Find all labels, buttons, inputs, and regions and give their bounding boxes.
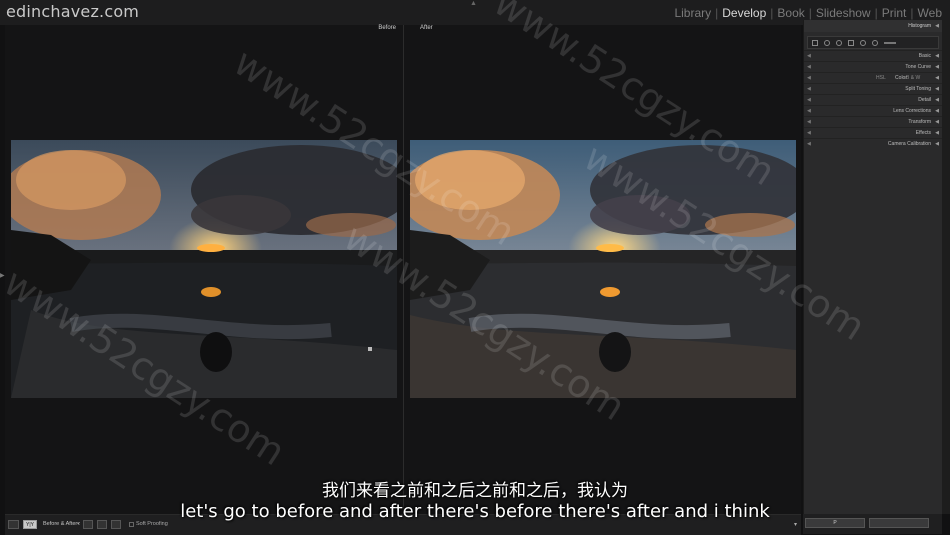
tool-strip [807, 36, 939, 49]
spot-removal-icon[interactable] [824, 39, 830, 46]
soft-proofing-checkbox[interactable] [129, 522, 134, 527]
histogram-label: Histogram [908, 23, 931, 29]
expand-icon: ◀ [935, 86, 939, 92]
subtitle-chinese: 我们来看之前和之后之前和之后，我认为 [322, 481, 628, 501]
seascape-image-after [410, 140, 796, 398]
before-after-view: Before After [5, 25, 801, 514]
radial-filter-icon[interactable] [860, 39, 866, 46]
module-picker: Library | Develop | Book | Slideshow | Print… [672, 6, 944, 20]
crop-tool-icon[interactable] [812, 39, 818, 46]
right-panel: Histogram ◀ ◀ Basic ◀ ◀ Tone Curve ◀ ◀ HSL C… [803, 20, 943, 514]
after-photo [410, 140, 796, 398]
module-web[interactable]: Web [916, 6, 944, 20]
red-eye-icon[interactable] [836, 39, 842, 46]
expand-icon: ◀ [935, 75, 939, 81]
module-slideshow[interactable]: Slideshow [814, 6, 873, 20]
adjustment-brush-icon[interactable] [872, 39, 878, 46]
module-develop[interactable]: Develop [720, 6, 768, 20]
before-photo [11, 140, 397, 398]
expand-icon: ◀ [935, 108, 939, 114]
expand-icon: ◀ [935, 53, 939, 59]
right-panel-scrollbar[interactable] [942, 20, 950, 514]
mouse-cursor [368, 347, 372, 351]
tool-slider-icon[interactable] [884, 41, 896, 44]
tab-bw[interactable]: B & W [906, 75, 920, 81]
expand-icon: ◀ [935, 130, 939, 136]
after-pane: After [404, 25, 801, 514]
before-label: Before [378, 25, 396, 31]
histogram-header[interactable]: Histogram ◀ [804, 20, 943, 32]
subtitle-english: let's go to before and after there's bef… [180, 501, 770, 522]
toolbar-chevron-down-icon[interactable]: ▾ [794, 521, 797, 528]
collapse-top-panel-icon[interactable]: ▲ [470, 0, 477, 7]
graduated-filter-icon[interactable] [848, 39, 854, 46]
module-book[interactable]: Book [775, 6, 806, 20]
seascape-image-before [11, 140, 397, 398]
collapse-icon: ◀ [935, 23, 939, 29]
section-camera-calibration[interactable]: ◀ Camera Calibration ◀ [804, 138, 943, 150]
tab-hsl[interactable]: HSL [876, 75, 886, 81]
left-panel-toggle-icon[interactable]: ▶ [0, 272, 5, 279]
before-pane: Before [5, 25, 402, 514]
module-print[interactable]: Print [880, 6, 909, 20]
after-label: After [420, 25, 433, 31]
expand-icon: ◀ [935, 64, 939, 70]
module-library[interactable]: Library [672, 6, 713, 20]
expand-icon: ◀ [935, 119, 939, 125]
brand-logo: edinchavez.com [6, 2, 140, 21]
expand-icon: ◀ [935, 141, 939, 147]
expand-icon: ◀ [935, 97, 939, 103]
